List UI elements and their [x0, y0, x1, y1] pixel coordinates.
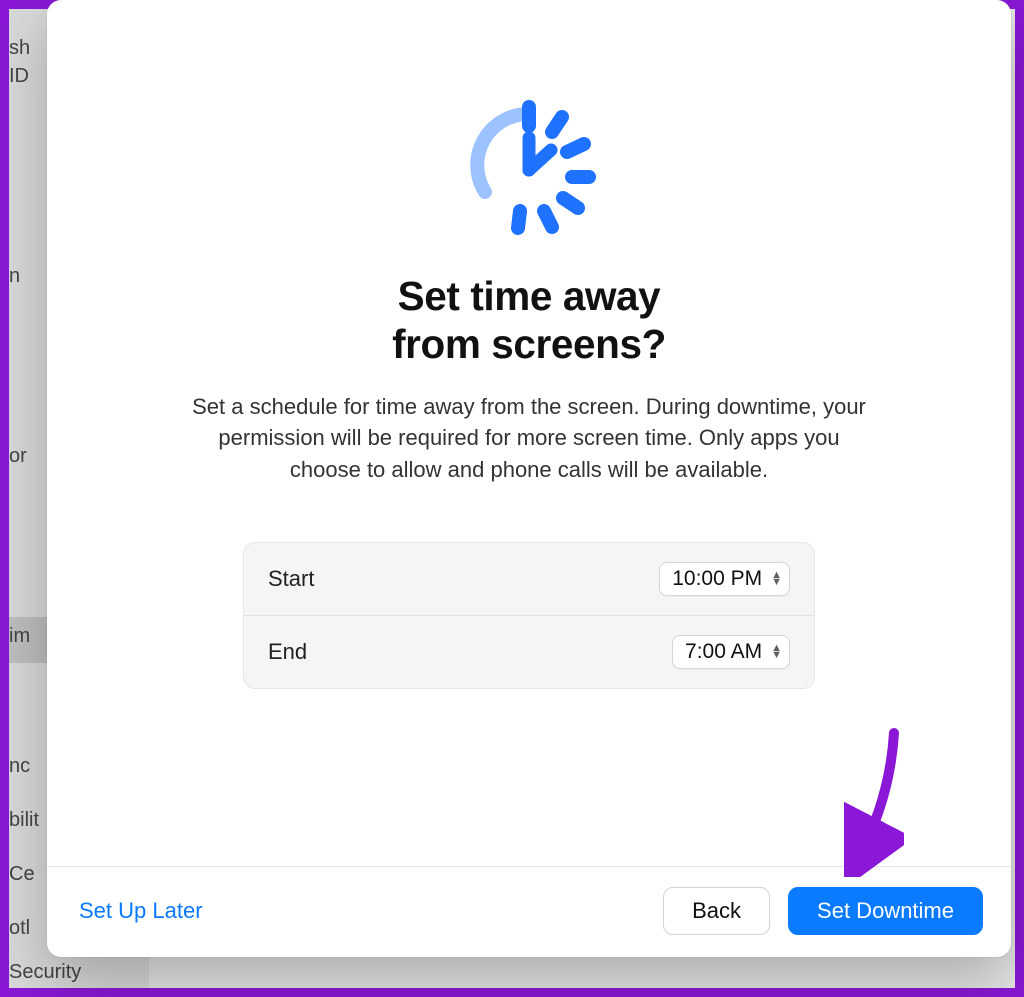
bg-text: nc [9, 755, 30, 778]
set-downtime-button[interactable]: Set Downtime [788, 887, 983, 935]
bg-text: ID [9, 65, 29, 88]
dialog-content: Set time away from screens? Set a schedu… [47, 0, 1011, 866]
stepper-icon[interactable]: ▲▼ [770, 645, 783, 659]
downtime-clock-icon [454, 90, 604, 245]
schedule-start-row: Start 10:00 PM ▲▼ [244, 543, 814, 615]
bg-text: im [9, 625, 30, 648]
bg-text: bilit [9, 809, 39, 832]
dialog-footer: Set Up Later Back Set Downtime [47, 866, 1011, 957]
set-up-later-button[interactable]: Set Up Later [75, 892, 207, 930]
bg-text: n [9, 265, 20, 288]
dialog-description: Set a schedule for time away from the sc… [189, 391, 869, 487]
back-button[interactable]: Back [663, 887, 770, 935]
start-label: Start [268, 566, 314, 592]
start-time-picker[interactable]: 10:00 PM ▲▼ [659, 562, 790, 596]
schedule-end-row: End 7:00 AM ▲▼ [244, 615, 814, 688]
bg-text: Security [9, 961, 81, 984]
end-time-value: 7:00 AM [685, 640, 762, 664]
bg-text: sh [9, 37, 30, 60]
stepper-icon[interactable]: ▲▼ [770, 572, 783, 586]
dialog-title: Set time away from screens? [392, 273, 666, 369]
downtime-dialog: Set time away from screens? Set a schedu… [47, 0, 1011, 957]
bg-text: Ce [9, 863, 35, 886]
start-time-value: 10:00 PM [672, 567, 762, 591]
end-time-picker[interactable]: 7:00 AM ▲▼ [672, 635, 790, 669]
bg-text: otl [9, 917, 30, 940]
end-label: End [268, 639, 307, 665]
bg-text: or [9, 445, 27, 468]
schedule-box: Start 10:00 PM ▲▼ End 7:00 AM ▲▼ [243, 542, 815, 689]
